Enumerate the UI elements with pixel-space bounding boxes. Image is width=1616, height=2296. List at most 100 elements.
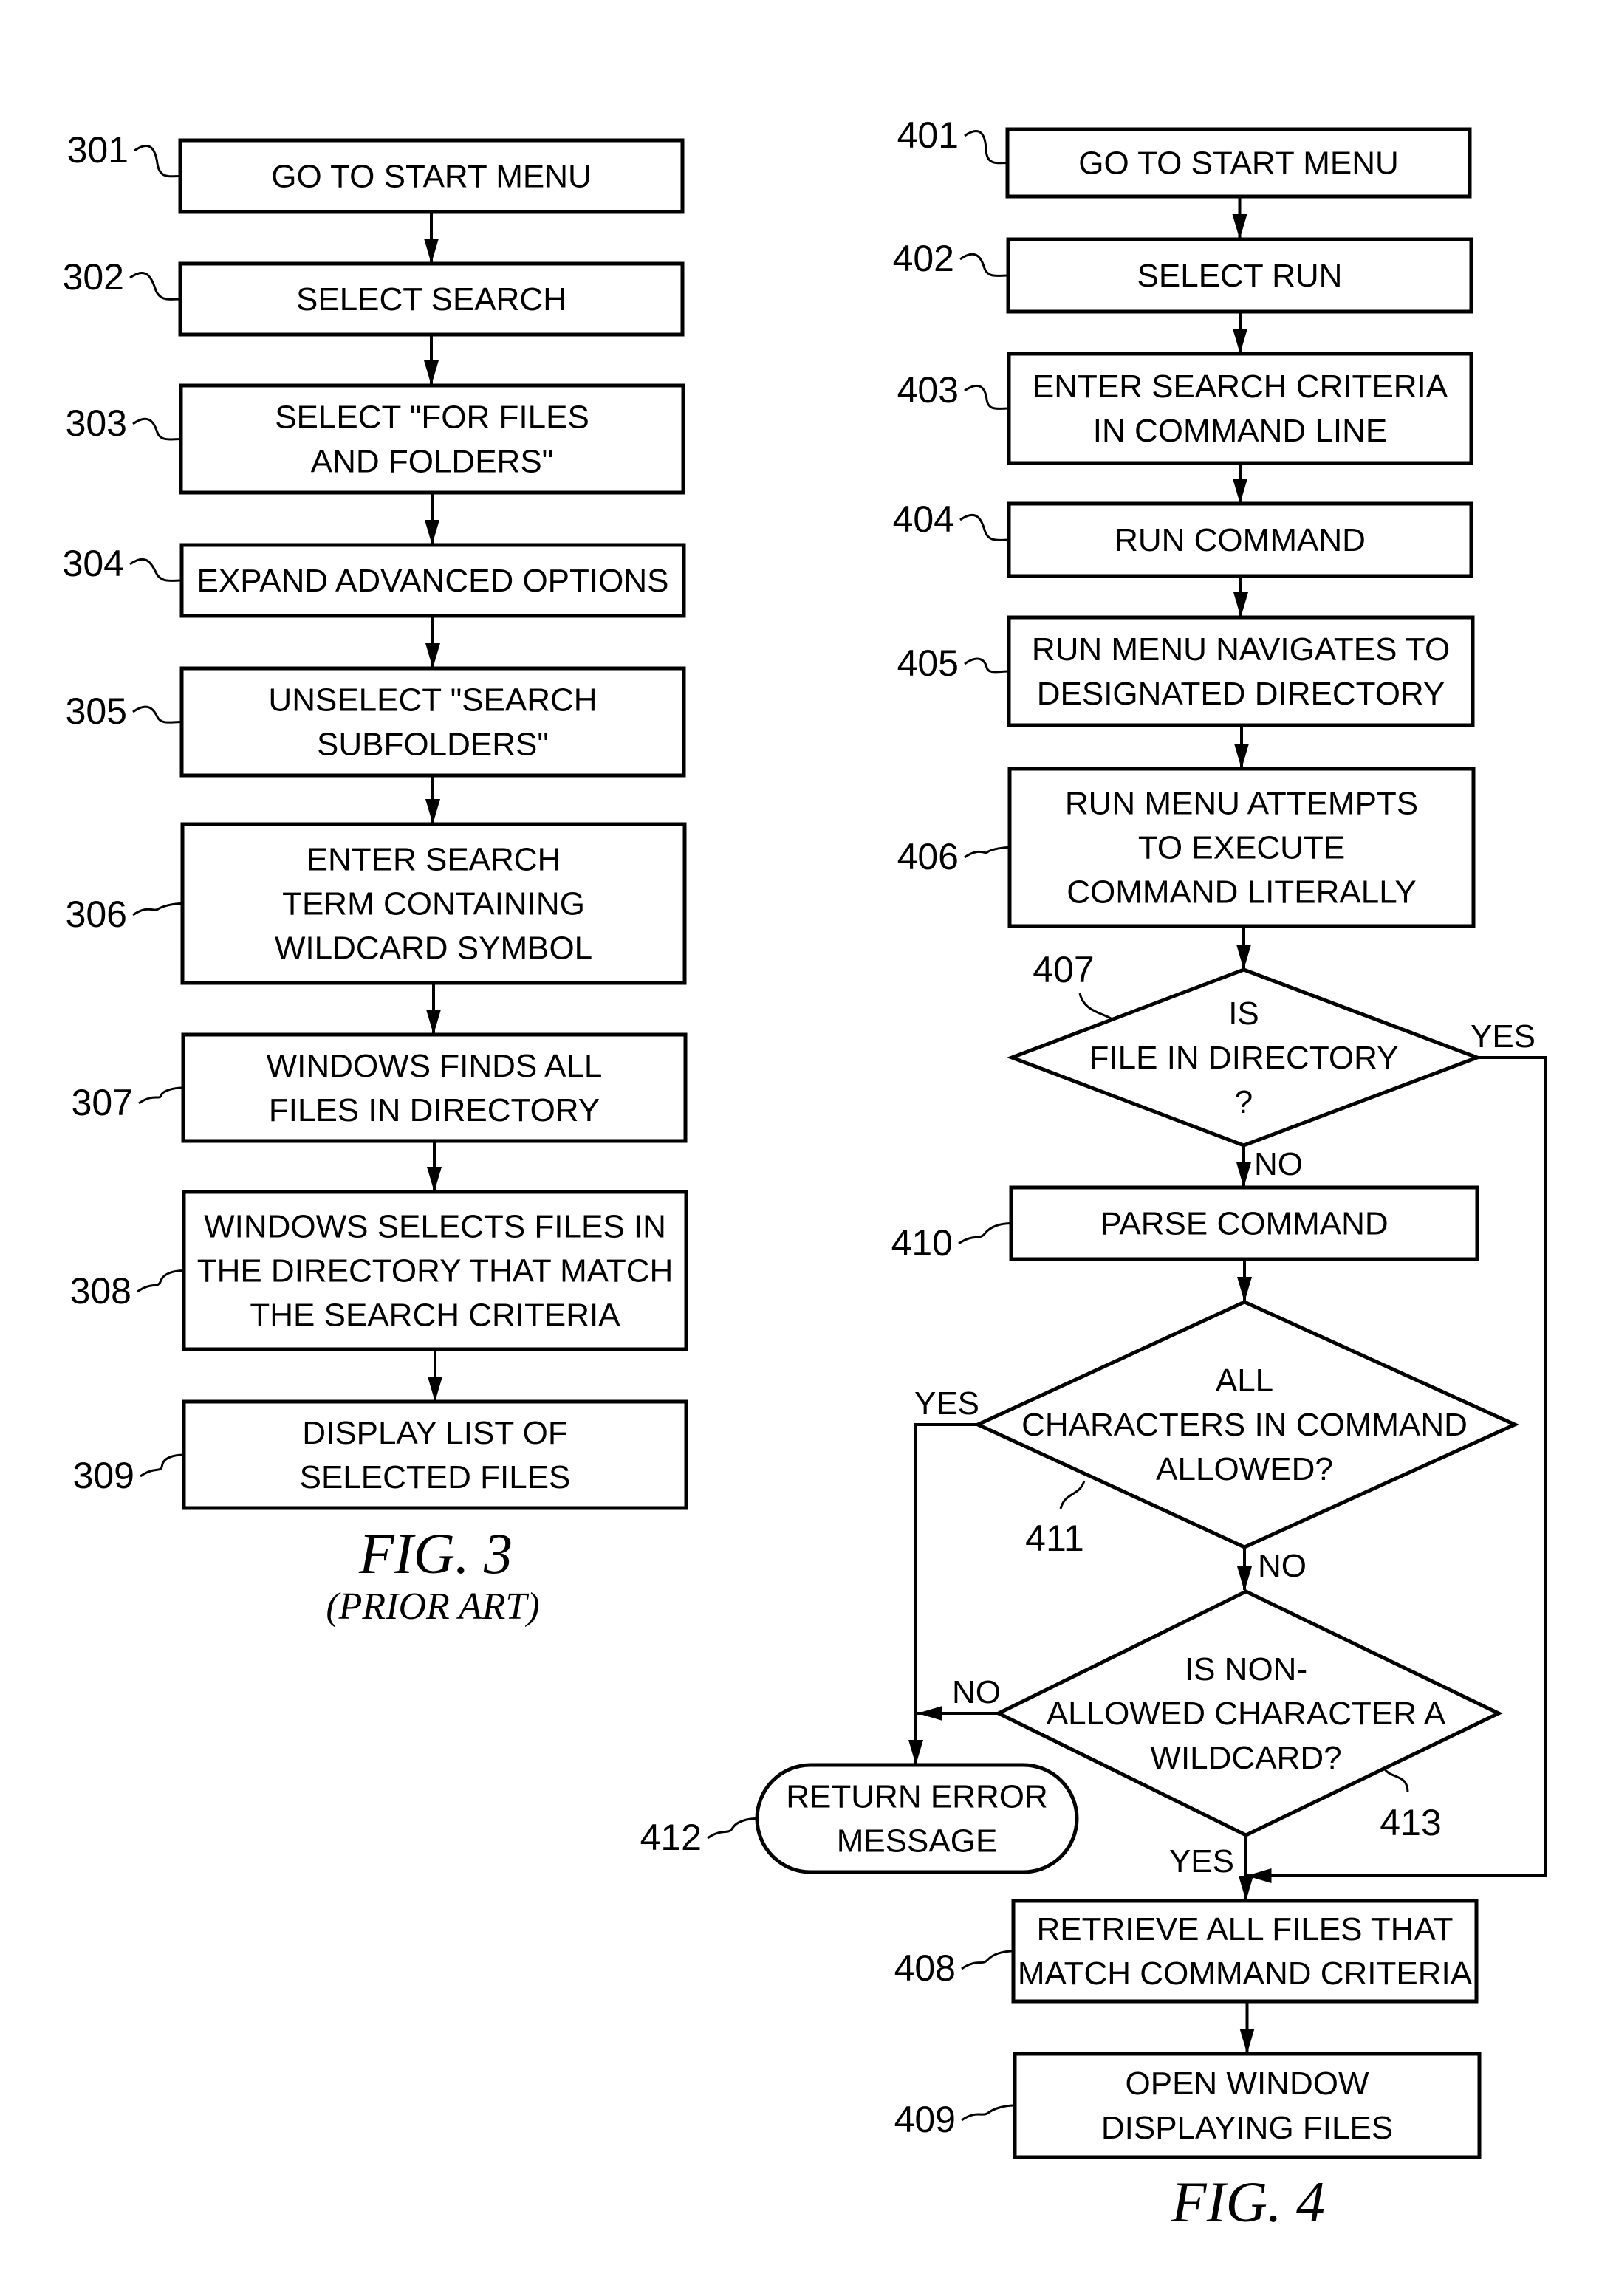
step-text-411: ALL xyxy=(1216,1363,1273,1399)
edge-label-no: NO xyxy=(952,1674,1001,1710)
leader-line-304 xyxy=(129,558,182,582)
leader-line-401 xyxy=(964,130,1008,165)
leader-line-411 xyxy=(1059,1480,1086,1509)
leader-line-309 xyxy=(140,1453,185,1478)
arrowhead-406-icon xyxy=(1234,744,1249,769)
leader-line-408 xyxy=(961,1950,1014,1970)
step-text-406: RUN MENU ATTEMPTS xyxy=(1065,786,1418,822)
reference-numeral-402: 402 xyxy=(893,238,954,279)
reference-numeral-406: 406 xyxy=(897,836,959,877)
reference-numeral-403: 403 xyxy=(897,369,959,411)
leader-line-302 xyxy=(129,272,181,301)
step-text-306: WILDCARD SYMBOL xyxy=(275,931,592,967)
edge-label-yes: YES xyxy=(1169,1843,1234,1879)
leader-line-301 xyxy=(134,145,181,178)
figure-title-fig4: FIG. 4 xyxy=(1171,2170,1325,2234)
edge-label-yes: YES xyxy=(914,1385,979,1422)
edge-label-no: NO xyxy=(1254,1146,1303,1182)
step-text-408: RETRIEVE ALL FILES THAT xyxy=(1036,1911,1453,1947)
step-text-404: RUN COMMAND xyxy=(1115,522,1366,558)
arrowhead-413-icon xyxy=(1237,1566,1252,1591)
leader-line-403 xyxy=(964,384,1010,410)
reference-numeral-412: 412 xyxy=(640,1817,702,1858)
arrowhead-no-merge-icon xyxy=(917,1706,942,1721)
step-text-405: DESIGNATED DIRECTORY xyxy=(1037,676,1445,712)
arrowhead-304-icon xyxy=(425,520,439,545)
arrowhead-412-icon xyxy=(908,1740,923,1765)
arrowhead-405-icon xyxy=(1233,592,1248,617)
step-text-301: GO TO START MENU xyxy=(271,159,592,195)
step-text-407: IS xyxy=(1228,995,1259,1032)
step-text-412: RETURN ERROR xyxy=(786,1779,1047,1815)
arrowhead-302-icon xyxy=(424,239,439,264)
arrowhead-404-icon xyxy=(1233,479,1247,504)
step-text-413: IS NON- xyxy=(1185,1651,1307,1687)
step-text-306: ENTER SEARCH xyxy=(307,842,561,878)
step-text-305: UNSELECT "SEARCH xyxy=(268,682,597,719)
arrowhead-306-icon xyxy=(425,799,440,824)
leader-line-404 xyxy=(959,514,1010,541)
reference-numeral-306: 306 xyxy=(66,894,127,935)
leader-line-307 xyxy=(138,1086,184,1105)
reference-numeral-304: 304 xyxy=(63,543,124,584)
leader-line-402 xyxy=(959,253,1009,277)
step-text-407: ? xyxy=(1235,1084,1253,1120)
reference-numeral-404: 404 xyxy=(893,498,954,540)
arrowhead-403-icon xyxy=(1233,329,1247,354)
step-text-413: WILDCARD? xyxy=(1150,1740,1341,1776)
reference-numeral-408: 408 xyxy=(894,1947,956,1989)
step-text-308: THE SEARCH CRITERIA xyxy=(250,1298,620,1334)
step-text-308: WINDOWS SELECTS FILES IN xyxy=(204,1209,666,1245)
arrowhead-409-icon xyxy=(1239,2029,1255,2054)
reference-numeral-307: 307 xyxy=(72,1082,133,1123)
arrowhead-411-icon xyxy=(1237,1277,1252,1302)
step-text-405: RUN MENU NAVIGATES TO xyxy=(1032,631,1450,668)
step-text-302: SELECT SEARCH xyxy=(296,281,566,318)
reference-numeral-407: 407 xyxy=(1033,949,1094,990)
reference-numeral-303: 303 xyxy=(66,402,127,444)
reference-numeral-409: 409 xyxy=(894,2099,956,2140)
step-text-406: TO EXECUTE xyxy=(1138,830,1345,866)
leader-line-305 xyxy=(132,705,182,724)
leader-line-308 xyxy=(137,1269,185,1293)
step-text-309: DISPLAY LIST OF xyxy=(302,1415,567,1451)
edge-label-no: NO xyxy=(1258,1548,1307,1584)
step-text-407: FILE IN DIRECTORY xyxy=(1089,1040,1399,1076)
figure-subtitle-prior-art: (PRIOR ART) xyxy=(326,1586,539,1628)
arrowhead-407-icon xyxy=(1236,945,1251,970)
step-text-307: FILES IN DIRECTORY xyxy=(269,1092,600,1128)
leader-line-306 xyxy=(132,902,183,916)
step-text-406: COMMAND LITERALLY xyxy=(1067,874,1417,911)
step-text-307: WINDOWS FINDS ALL xyxy=(267,1048,603,1084)
reference-numeral-309: 309 xyxy=(73,1455,134,1496)
arrowhead-303-icon xyxy=(424,360,439,385)
arrowhead-402-icon xyxy=(1232,214,1247,239)
reference-numeral-413: 413 xyxy=(1380,1802,1441,1843)
labels-layer: GO TO START MENU 301 SELECT SEARCH 302 SELEC… xyxy=(63,114,1535,2234)
patent-flowchart-canvas: GO TO START MENU 301 SELECT SEARCH 302 SELEC… xyxy=(63,114,1547,2234)
step-text-412: MESSAGE xyxy=(837,1823,998,1860)
leader-line-410 xyxy=(958,1222,1012,1245)
step-text-409: DISPLAYING FILES xyxy=(1101,2110,1393,2146)
leader-line-405 xyxy=(964,657,1010,674)
leader-line-409 xyxy=(961,2104,1016,2122)
step-text-408: MATCH COMMAND CRITERIA xyxy=(1018,1956,1473,1992)
figure-title-fig3: FIG. 3 xyxy=(358,1521,513,1586)
step-text-402: SELECT RUN xyxy=(1137,258,1343,294)
step-text-401: GO TO START MENU xyxy=(1078,145,1399,182)
reference-numeral-401: 401 xyxy=(897,114,959,156)
arrowhead-408-icon xyxy=(1239,1876,1253,1901)
arrowhead-308-icon xyxy=(427,1167,442,1192)
step-text-308: THE DIRECTORY THAT MATCH xyxy=(197,1253,674,1289)
reference-numeral-410: 410 xyxy=(891,1222,953,1264)
leader-line-413 xyxy=(1382,1766,1409,1793)
step-text-403: IN COMMAND LINE xyxy=(1093,413,1387,449)
step-text-411: ALLOWED? xyxy=(1156,1451,1333,1487)
arrowhead-309-icon xyxy=(428,1377,442,1402)
leader-line-407 xyxy=(1078,993,1115,1022)
arrowhead-305-icon xyxy=(425,643,440,668)
reference-numeral-302: 302 xyxy=(63,256,124,298)
edge-label-yes: YES xyxy=(1471,1018,1535,1055)
reference-numeral-308: 308 xyxy=(70,1270,131,1312)
step-text-303: AND FOLDERS" xyxy=(311,444,554,480)
